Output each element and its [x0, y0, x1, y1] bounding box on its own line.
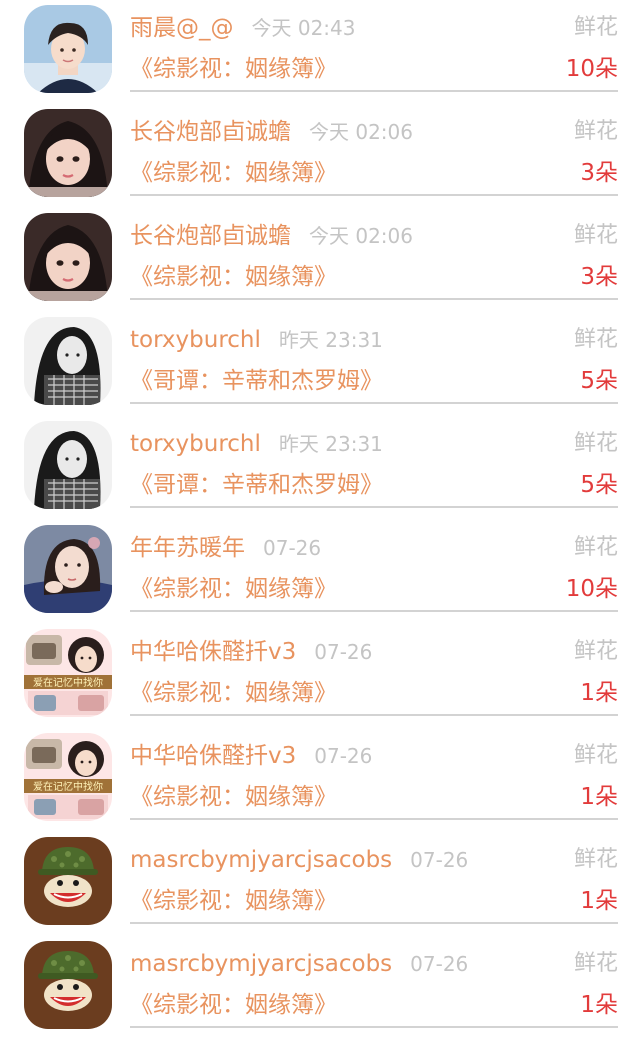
divider [130, 922, 618, 924]
avatar-collage-icon[interactable]: 爱在记忆中找你 [24, 629, 112, 717]
avatar-caption: 爱在记忆中找你 [33, 780, 103, 793]
gift-type-label: 鲜花 [573, 951, 618, 976]
list-item[interactable]: torxyburchl 昨天 23:31 鲜花 《哥谭：辛蒂和杰罗姆》 5朵 [0, 312, 640, 416]
flower-count: 3朵 [580, 160, 618, 186]
list-item[interactable]: torxyburchl 昨天 23:31 鲜花 《哥谭：辛蒂和杰罗姆》 5朵 [0, 416, 640, 520]
list-item[interactable]: masrcbymjyarcjsacobs 07-26 鲜花 《综影视：姻缘簿》 1… [0, 936, 640, 1040]
avatar-caption: 爱在记忆中找你 [33, 676, 103, 689]
flower-gift-list: 雨晨@_@ 今天 02:43 鲜花 《综影视：姻缘簿》 10朵 长谷炮部卣诚蟾 今天… [0, 0, 640, 1029]
divider [130, 1026, 618, 1028]
timestamp: 07-26 [314, 640, 373, 664]
avatar-monkey-helmet-icon[interactable] [24, 941, 112, 1029]
divider [130, 714, 618, 716]
user-name[interactable]: masrcbymjyarcjsacobs 07-26 [130, 946, 468, 982]
book-title-link[interactable]: 《综影视：姻缘簿》 [130, 259, 337, 295]
divider [130, 90, 618, 92]
book-title-link[interactable]: 《综影视：姻缘簿》 [130, 571, 337, 607]
gift-type-label: 鲜花 [573, 119, 618, 144]
avatar-girl-selfie-icon[interactable] [24, 213, 112, 301]
list-item[interactable]: 爱在记忆中找你 中华哈侏醛扦v3 07-26 鲜花 《综影视：姻缘簿》 1朵 [0, 624, 640, 728]
flower-count: 1朵 [580, 680, 618, 706]
user-name[interactable]: 年年苏暖年 07-26 [130, 530, 321, 566]
flower-count: 3朵 [580, 264, 618, 290]
gift-type-label: 鲜花 [573, 743, 618, 768]
list-item[interactable]: 长谷炮部卣诚蟾 今天 02:06 鲜花 《综影视：姻缘簿》 3朵 [0, 208, 640, 312]
avatar-girl-selfie-icon[interactable] [24, 109, 112, 197]
gift-type-label: 鲜花 [573, 535, 618, 560]
timestamp: 07-26 [410, 848, 469, 872]
flower-count: 1朵 [580, 888, 618, 914]
flower-count: 5朵 [580, 368, 618, 394]
user-name[interactable]: 长谷炮部卣诚蟾 今天 02:06 [130, 218, 413, 254]
avatar-young-man-icon[interactable] [24, 5, 112, 93]
avatar-collage-icon[interactable]: 爱在记忆中找你 [24, 733, 112, 821]
divider [130, 506, 618, 508]
divider [130, 610, 618, 612]
avatar-bw-portrait-icon[interactable] [24, 317, 112, 405]
list-item[interactable]: masrcbymjyarcjsacobs 07-26 鲜花 《综影视：姻缘簿》 1… [0, 832, 640, 936]
divider [130, 194, 618, 196]
gift-type-label: 鲜花 [573, 15, 618, 40]
user-name[interactable]: 长谷炮部卣诚蟾 今天 02:06 [130, 114, 413, 150]
user-name[interactable]: 雨晨@_@ 今天 02:43 [130, 10, 356, 46]
timestamp: 昨天 23:31 [278, 432, 383, 456]
timestamp: 07-26 [314, 744, 373, 768]
list-item[interactable]: 年年苏暖年 07-26 鲜花 《综影视：姻缘簿》 10朵 [0, 520, 640, 624]
divider [130, 298, 618, 300]
flower-count: 5朵 [580, 472, 618, 498]
gift-type-label: 鲜花 [573, 327, 618, 352]
avatar-bw-portrait-icon[interactable] [24, 421, 112, 509]
book-title-link[interactable]: 《综影视：姻缘簿》 [130, 883, 337, 919]
gift-type-label: 鲜花 [573, 431, 618, 456]
list-item[interactable]: 长谷炮部卣诚蟾 今天 02:06 鲜花 《综影视：姻缘簿》 3朵 [0, 104, 640, 208]
flower-count: 1朵 [580, 784, 618, 810]
user-name[interactable]: masrcbymjyarcjsacobs 07-26 [130, 842, 468, 878]
avatar-woman-portrait-icon[interactable] [24, 525, 112, 613]
user-name[interactable]: torxyburchl 昨天 23:31 [130, 322, 383, 358]
gift-type-label: 鲜花 [573, 847, 618, 872]
book-title-link[interactable]: 《哥谭：辛蒂和杰罗姆》 [130, 467, 383, 503]
timestamp: 今天 02:06 [309, 120, 413, 144]
timestamp: 07-26 [263, 536, 322, 560]
user-name[interactable]: torxyburchl 昨天 23:31 [130, 426, 383, 462]
flower-count: 10朵 [565, 56, 618, 82]
timestamp: 昨天 23:31 [278, 328, 383, 352]
user-name[interactable]: 中华哈侏醛扦v3 07-26 [130, 738, 372, 774]
divider [130, 818, 618, 820]
timestamp: 今天 02:06 [309, 224, 413, 248]
flower-count: 10朵 [565, 576, 618, 602]
flower-count: 1朵 [580, 992, 618, 1018]
gift-type-label: 鲜花 [573, 223, 618, 248]
timestamp: 今天 02:43 [251, 16, 356, 40]
book-title-link[interactable]: 《综影视：姻缘簿》 [130, 779, 337, 815]
book-title-link[interactable]: 《哥谭：辛蒂和杰罗姆》 [130, 363, 383, 399]
user-name[interactable]: 中华哈侏醛扦v3 07-26 [130, 634, 372, 670]
book-title-link[interactable]: 《综影视：姻缘簿》 [130, 155, 337, 191]
book-title-link[interactable]: 《综影视：姻缘簿》 [130, 51, 337, 87]
gift-type-label: 鲜花 [573, 639, 618, 664]
book-title-link[interactable]: 《综影视：姻缘簿》 [130, 675, 337, 711]
list-item[interactable]: 爱在记忆中找你 中华哈侏醛扦v3 07-26 鲜花 《综影视：姻缘簿》 1朵 [0, 728, 640, 832]
avatar-monkey-helmet-icon[interactable] [24, 837, 112, 925]
list-item[interactable]: 雨晨@_@ 今天 02:43 鲜花 《综影视：姻缘簿》 10朵 [0, 0, 640, 104]
book-title-link[interactable]: 《综影视：姻缘簿》 [130, 987, 337, 1023]
divider [130, 402, 618, 404]
timestamp: 07-26 [410, 952, 469, 976]
